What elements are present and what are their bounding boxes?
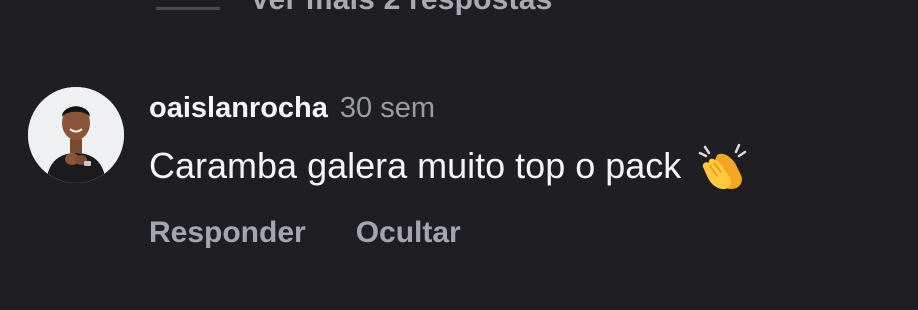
reply-button[interactable]: Responder <box>149 216 306 250</box>
comment-item: oaislanrocha 30 sem Caramba galera muito… <box>28 87 888 267</box>
view-more-replies[interactable]: Ver mais 2 respostas <box>156 0 553 18</box>
comment-thread: Ver mais 2 respostas <box>0 0 918 310</box>
comment-timestamp: 30 sem <box>339 91 436 124</box>
comment-text: Caramba galera muito top o pack <box>149 145 682 186</box>
clapping-hands-icon <box>695 139 749 193</box>
comment-text-row: Caramba galera muito top o pack <box>149 143 749 190</box>
view-more-replies-label[interactable]: Ver mais 2 respostas <box>250 0 553 17</box>
comment-body: oaislanrocha 30 sem Caramba galera muito… <box>149 87 749 253</box>
comment-actions: Responder Ocultar <box>149 213 749 253</box>
avatar[interactable] <box>28 87 124 183</box>
comment-meta: oaislanrocha 30 sem <box>149 87 749 129</box>
hide-button[interactable]: Ocultar <box>356 216 461 250</box>
replies-divider-line <box>156 6 220 10</box>
username[interactable]: oaislanrocha <box>149 92 328 125</box>
avatar-photo <box>28 87 124 183</box>
